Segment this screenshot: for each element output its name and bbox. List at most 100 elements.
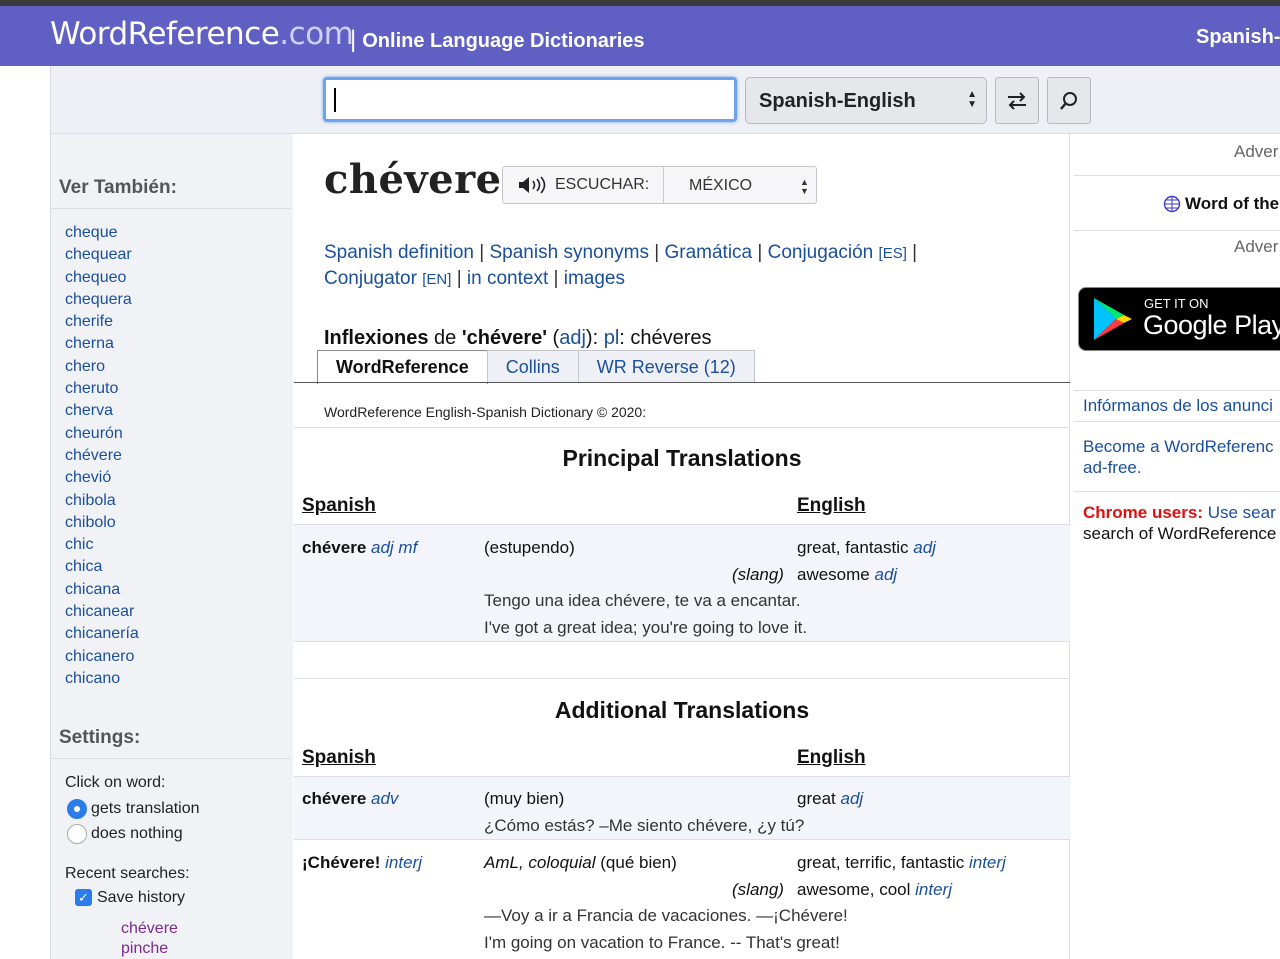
see-also-link[interactable]: chibola [65,490,139,512]
inflections-line: Inflexiones de 'chévere' (adj): pl: chév… [324,327,712,349]
see-also-link[interactable]: chibolo [65,512,139,534]
term-cell: chévere adj mf [302,538,418,557]
dictionary-select[interactable]: Spanish-English ▲ ▼ [745,77,987,124]
see-also-list: cheque chequear chequeo chequera cherife cher… [65,222,139,690]
principal-translations-title: Principal Translations [562,445,802,471]
recent-search-link[interactable]: chévere [121,919,200,939]
divider [1074,175,1280,176]
link-gramatica[interactable]: Gramática [664,242,752,263]
header-language-link[interactable]: Spanish- [1196,26,1280,49]
see-also-link[interactable]: chevió [65,467,139,489]
pos-link[interactable]: interj [969,853,1006,872]
additional-translations-title: Additional Translations [554,697,810,723]
tab-underline [294,382,1070,383]
divider [1074,390,1280,391]
radio-does-nothing[interactable]: does nothing [67,821,200,846]
translation-row: chévere adj mf (estupendo) great, fantas… [294,525,1070,641]
magnifier-icon [1060,91,1077,110]
sense-cell: (estupendo) [484,538,575,557]
link-in-context[interactable]: in context [467,268,548,289]
divider [294,427,1070,428]
radio-unchecked[interactable] [67,823,87,844]
col-english: English [797,747,866,768]
see-also-link[interactable]: chicanear [65,601,139,623]
select-arrows-icon: ▲ ▼ [800,177,809,196]
see-also-link[interactable]: chic [65,534,139,556]
swap-language-button[interactable] [995,77,1039,124]
link-images[interactable]: images [564,268,625,289]
link-spanish-definition[interactable]: Spanish definition [324,242,474,263]
search-button[interactable] [1047,77,1091,124]
divider [294,678,1070,679]
see-also-link[interactable]: chequeo [65,267,139,289]
slang-note: (slang) [732,565,784,584]
see-also-link[interactable]: chequera [65,289,139,311]
google-play-badge[interactable]: GET IT ON Google Play [1078,287,1280,351]
see-also-link[interactable]: cherife [65,311,139,333]
pos-link[interactable]: adv [371,789,398,808]
recent-search-link[interactable]: pinche [121,939,200,959]
click-on-word-label: Click on word: [65,774,166,791]
pos-link[interactable]: adj [840,789,863,808]
see-also-title: Ver También: [59,177,177,198]
search-input[interactable] [323,77,737,122]
see-also-link[interactable]: chicanero [65,646,139,668]
see-also-link[interactable]: chicano [65,668,139,690]
see-also-link[interactable]: chero [65,356,139,378]
listen-button[interactable]: ESCUCHAR: [503,167,664,203]
see-also-link[interactable]: chévere [65,445,139,467]
see-also-link[interactable]: chica [65,556,139,578]
pos-link[interactable]: interj [915,880,952,899]
see-also-link[interactable]: cherva [65,400,139,422]
definition-links: Spanish definition | Spanish synonyms | … [324,242,918,289]
sense-cell: (muy bien) [484,789,565,808]
divider [51,758,291,759]
dictionary-tabs: WordReference Collins WR Reverse (12) [317,350,755,384]
site-logo[interactable]: WordReference.com [50,16,354,52]
text-caret [334,88,336,112]
tab-wr-reverse[interactable]: WR Reverse (12) [577,350,755,383]
english-cell: great, terrific, fantastic interj [797,853,1006,872]
chrome-search-link[interactable]: Use sear [1208,503,1276,522]
divider [51,208,291,209]
see-also-link[interactable]: chequear [65,244,139,266]
see-also-link[interactable]: cheurón [65,423,139,445]
pos-adj-link[interactable]: adj [559,327,586,349]
pos-link[interactable]: adj mf [371,538,417,557]
recent-searches-list: chévere pinche [65,919,200,959]
pos-link[interactable]: interj [385,853,422,872]
see-also-link[interactable]: cheruto [65,378,139,400]
plural-link[interactable]: pl [604,327,620,349]
advertisement-label: Adver [1234,237,1279,256]
divider [1074,230,1280,231]
become-supporter-link[interactable]: Become a WordReferenc ad-free. [1083,436,1274,478]
word-of-the-day-link[interactable]: Word of the [1163,194,1279,214]
report-ads-link[interactable]: Infórmanos de los anunci [1083,395,1273,416]
tab-wordreference[interactable]: WordReference [317,350,488,384]
swap-arrows-icon [1008,91,1026,110]
example-es: ¿Cómo estás? –Me siento chévere, ¿y tú? [484,816,805,835]
radio-checked[interactable] [67,798,87,819]
link-spanish-synonyms[interactable]: Spanish synonyms [490,242,649,263]
settings-panel: Click on word: gets translation does not… [65,774,200,959]
save-history-checkbox[interactable]: ✓ Save history [75,885,200,910]
see-also-link[interactable]: chicanería [65,623,139,645]
accent-select[interactable]: MÉXICO ▲ ▼ [689,177,809,196]
pos-link[interactable]: adj [875,565,898,584]
col-spanish: Spanish [302,495,376,516]
recent-searches-label: Recent searches: [65,865,190,882]
search-bar: Spanish-English ▲ ▼ [50,66,1280,134]
left-sidebar: Ver También: cheque chequear chequeo cheque… [50,134,293,959]
link-conjugator[interactable]: Conjugator [EN] [324,268,451,289]
radio-gets-translation[interactable]: gets translation [67,796,200,821]
see-also-link[interactable]: chicana [65,579,139,601]
example-es: Tengo una idea chévere, te va a encantar… [484,591,801,610]
checkmark-icon[interactable]: ✓ [75,889,92,906]
see-also-link[interactable]: cherna [65,333,139,355]
english-cell: great adj [797,789,864,808]
pos-link[interactable]: adj [913,538,936,557]
see-also-link[interactable]: cheque [65,222,139,244]
sense-cell: AmL, coloquial (qué bien) [484,853,677,872]
link-conjugacion[interactable]: Conjugación [ES] [768,242,907,263]
tab-collins[interactable]: Collins [486,350,579,383]
